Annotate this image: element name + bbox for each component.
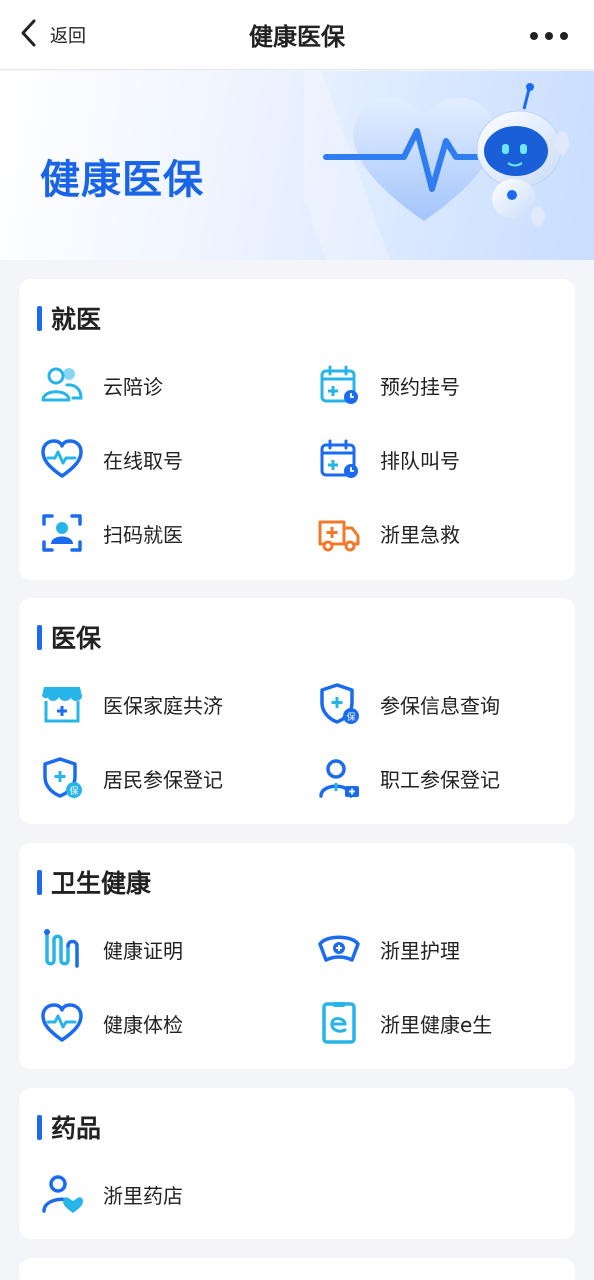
service-label: 浙里护理 bbox=[380, 938, 460, 963]
certificate-icon bbox=[39, 926, 85, 972]
shield-badge-icon: 保 bbox=[316, 681, 362, 727]
service-label: 浙里急救 bbox=[380, 522, 460, 547]
bao-badge-text: 保 bbox=[346, 711, 355, 723]
service-emergency[interactable]: 浙里急救 bbox=[316, 507, 460, 559]
service-health-e-life[interactable]: 浙里健康e生 bbox=[316, 997, 492, 1049]
section-title: 药品 bbox=[37, 1110, 101, 1144]
nav-bar: 返回 健康医保 bbox=[0, 0, 594, 70]
service-label: 职工参保登记 bbox=[380, 767, 500, 792]
section-card-insurance: 医保 医保家庭共济 保 参保信息查询 保 居民参保登记 职工参保登记 bbox=[19, 598, 575, 824]
service-label: 云陪诊 bbox=[103, 374, 163, 399]
shield-plus-icon: 保 bbox=[39, 755, 85, 801]
back-button[interactable]: 返回 bbox=[18, 18, 86, 52]
service-scan-visit[interactable]: 扫码就医 bbox=[39, 507, 183, 559]
service-family-mutual-aid[interactable]: 医保家庭共济 bbox=[39, 678, 223, 730]
service-health-checkup[interactable]: 健康体检 bbox=[39, 997, 183, 1049]
banner-title: 健康医保 bbox=[40, 157, 204, 203]
calendar-clock-icon bbox=[316, 436, 362, 482]
section-card-next bbox=[19, 1258, 575, 1280]
service-label: 医保家庭共济 bbox=[103, 693, 223, 718]
chevron-left-icon bbox=[18, 18, 40, 52]
service-label: 在线取号 bbox=[103, 448, 183, 473]
e-document-icon bbox=[316, 1000, 362, 1046]
service-health-certificate[interactable]: 健康证明 bbox=[39, 923, 183, 975]
calendar-plus-icon bbox=[316, 362, 362, 408]
people-icon bbox=[39, 362, 85, 408]
service-label: 扫码就医 bbox=[103, 522, 183, 547]
section-title: 医保 bbox=[37, 620, 101, 654]
service-resident-registration[interactable]: 保 居民参保登记 bbox=[39, 752, 223, 804]
scan-person-icon bbox=[39, 510, 85, 556]
section-card-medicine: 药品 浙里药店 bbox=[19, 1088, 575, 1239]
hero-banner: 健康医保 bbox=[0, 71, 594, 260]
service-queue-calling[interactable]: 排队叫号 bbox=[316, 433, 460, 485]
service-label: 浙里健康e生 bbox=[380, 1012, 493, 1037]
section-card-health: 卫生健康 健康证明 浙里护理 健康体检 浙里健康e生 bbox=[19, 843, 575, 1069]
service-nursing[interactable]: 浙里护理 bbox=[316, 923, 460, 975]
heart-check-icon bbox=[39, 1000, 85, 1046]
section-title: 卫生健康 bbox=[37, 865, 151, 899]
service-employee-registration[interactable]: 职工参保登记 bbox=[316, 752, 500, 804]
service-label: 居民参保登记 bbox=[103, 767, 223, 792]
bao-badge-text: 保 bbox=[69, 785, 78, 797]
service-online-number[interactable]: 在线取号 bbox=[39, 433, 183, 485]
service-pharmacy[interactable]: 浙里药店 bbox=[39, 1168, 183, 1220]
service-appointment[interactable]: 预约挂号 bbox=[316, 359, 460, 411]
service-label: 参保信息查询 bbox=[380, 693, 500, 718]
worker-icon bbox=[316, 755, 362, 801]
heart-pulse-icon bbox=[39, 436, 85, 482]
heart-robot-illustration bbox=[304, 71, 569, 260]
pharmacy-person-icon bbox=[39, 1171, 85, 1217]
section-title: 就医 bbox=[37, 301, 101, 335]
back-label: 返回 bbox=[50, 26, 86, 47]
service-label: 健康体检 bbox=[103, 1012, 183, 1037]
ambulance-icon bbox=[316, 510, 362, 556]
medical-store-icon bbox=[39, 681, 85, 727]
section-card-medical: 就医 云陪诊 预约挂号 在线取号 排队叫号 扫码就医 浙里急救 bbox=[19, 279, 575, 580]
nurse-cap-icon bbox=[316, 926, 362, 972]
service-label: 健康证明 bbox=[103, 938, 183, 963]
service-label: 预约挂号 bbox=[380, 374, 460, 399]
service-label: 排队叫号 bbox=[380, 448, 460, 473]
page-title: 健康医保 bbox=[249, 23, 345, 51]
service-cloud-escort[interactable]: 云陪诊 bbox=[39, 359, 163, 411]
more-options-icon[interactable] bbox=[530, 22, 568, 50]
service-label: 浙里药店 bbox=[103, 1183, 183, 1208]
service-insurance-query[interactable]: 保 参保信息查询 bbox=[316, 678, 500, 730]
